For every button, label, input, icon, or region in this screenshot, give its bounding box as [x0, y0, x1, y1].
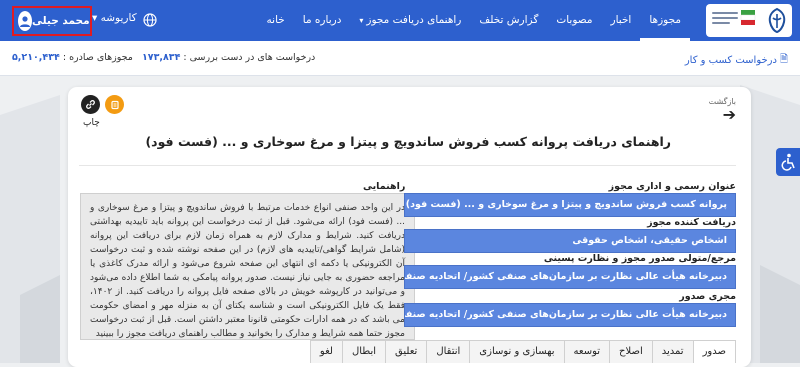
gov-emblem-icon	[768, 7, 786, 34]
flag-icon	[740, 10, 756, 25]
tab-issue[interactable]: صدور	[692, 340, 736, 363]
requests-label: درخواست های در دست بررسی :	[183, 52, 316, 63]
field-value-official-title: پروانه کسب فروش ساندویچ و پیتزا و مرغ سو…	[404, 193, 736, 217]
sub-header: 🗎 درخواست کسب و کار درخواست های در دست ب…	[0, 41, 800, 76]
page-title: راهنمای دریافت پروانه کسب فروش ساندویچ و…	[145, 134, 671, 149]
nav-report-violation[interactable]: گزارش تخلف	[470, 0, 547, 41]
tab-suspend[interactable]: تعلیق	[385, 340, 428, 363]
tab-amend[interactable]: اصلاح	[609, 340, 653, 363]
accessibility-button[interactable]	[776, 148, 800, 176]
guide-text: در این واحد صنفی انواع خدمات مرتبط با فر…	[80, 193, 415, 340]
tab-cancel[interactable]: لغو	[309, 340, 343, 363]
chevron-down-icon: ▾	[359, 16, 364, 25]
user-name: محمد جیلی	[32, 15, 90, 27]
accessibility-icon	[781, 153, 795, 171]
nav-about[interactable]: درباره ما	[294, 0, 351, 41]
back-arrow-icon: ➔	[722, 105, 736, 124]
kariosk-menu[interactable]: کاریوشه ▾	[92, 12, 137, 24]
breadcrumb: درخواست کسب و کار	[684, 55, 777, 66]
tab-expand[interactable]: توسعه	[563, 340, 611, 363]
tab-revoke[interactable]: ابطال	[341, 340, 387, 363]
divider	[79, 165, 736, 166]
nav-license-guide[interactable]: راهنمای دریافت مجوز▾	[350, 0, 470, 41]
tab-renew[interactable]: تمدید	[651, 340, 694, 363]
site-logo[interactable]	[706, 4, 792, 37]
field-label-recipient: دریافت کننده مجوز	[647, 217, 736, 228]
user-avatar-icon	[18, 11, 32, 31]
logo-text-lines	[712, 12, 738, 27]
nav-licenses[interactable]: مجوزها	[640, 0, 690, 41]
back-button[interactable]: بازگشت ➔	[709, 97, 736, 124]
globe-icon[interactable]	[143, 13, 157, 27]
field-label-authority: مرجع/متولی صدور مجوز و نظارت پسینی	[543, 253, 736, 264]
process-tabs: صدور تمدید اصلاح توسعه بهسازی و نوسازی ا…	[309, 340, 736, 363]
field-value-recipient: اشخاص حقیقی، اشخاص حقوقی	[404, 229, 736, 253]
nav-resolutions[interactable]: مصوبات	[547, 0, 601, 41]
field-value-authority: دبیرخانه هیأت عالی نظارت بر سازمان‌های ص…	[404, 265, 736, 289]
license-guide-card: بازگشت ➔ چاپ راهنمای دریافت پروانه کسب ف…	[68, 87, 751, 367]
user-account-button[interactable]: محمد جیلی	[12, 6, 92, 36]
doc-icon: 🗎	[779, 54, 788, 65]
orange-copy-icon[interactable]	[105, 95, 124, 114]
stats-line: درخواست های در دست بررسی : ۱۷۳,۸۳۴ مجوزه…	[12, 52, 315, 63]
nav-home[interactable]: خانه	[258, 0, 294, 41]
link-icon[interactable]	[81, 95, 100, 114]
business-request-link[interactable]: 🗎 درخواست کسب و کار	[685, 52, 788, 69]
guide-heading: راهنمایی	[363, 181, 406, 192]
issued-count: ۵,۲۱۰,۴۳۴	[12, 52, 60, 63]
requests-count: ۱۷۳,۸۳۴	[141, 52, 181, 63]
print-button[interactable]: چاپ	[83, 118, 100, 128]
issued-label: مجوزهای صادره :	[62, 52, 133, 63]
chevron-down-icon: ▾	[92, 12, 101, 24]
top-navbar: خانه درباره ما راهنمای دریافت مجوز▾ گزار…	[0, 0, 800, 41]
tab-transfer[interactable]: انتقال	[426, 340, 471, 363]
main-nav: خانه درباره ما راهنمای دریافت مجوز▾ گزار…	[258, 0, 690, 41]
field-label-official-title: عنوان رسمی و اداری مجوز	[608, 181, 736, 192]
nav-news[interactable]: اخبار	[602, 0, 641, 41]
tab-renovate[interactable]: بهسازی و نوسازی	[469, 340, 565, 363]
field-value-executor: دبیرخانه هیأت عالی نظارت بر سازمان‌های ص…	[404, 303, 736, 327]
field-label-executor: مجری صدور	[679, 291, 736, 302]
